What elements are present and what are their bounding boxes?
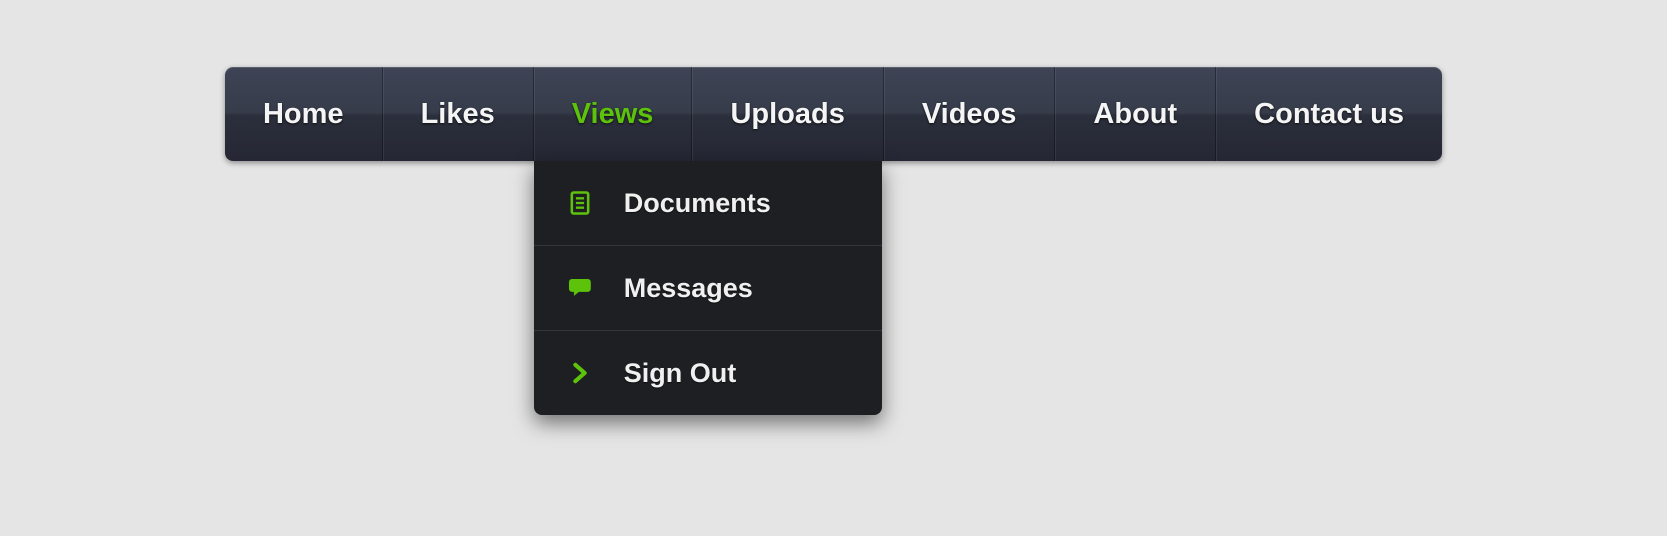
nav-label: Contact us [1254,98,1404,131]
dropdown-label: Messages [624,273,753,304]
nav-item-uploads[interactable]: Uploads [691,67,882,161]
dropdown-item-documents[interactable]: Documents [534,161,882,245]
nav-label: About [1093,98,1177,131]
document-icon [564,187,596,219]
dropdown-item-signout[interactable]: Sign Out [534,330,882,415]
views-dropdown: Documents Messages [534,161,882,415]
nav-item-videos[interactable]: Videos [883,67,1055,161]
nav-label: Home [263,98,344,131]
nav-label: Videos [922,98,1017,131]
dropdown-label: Sign Out [624,358,736,389]
nav-label: Likes [421,98,495,131]
nav-item-likes[interactable]: Likes [382,67,533,161]
chat-icon [564,272,596,304]
main-navbar: Home Likes Views Documents [225,67,1442,161]
nav-item-about[interactable]: About [1054,67,1215,161]
dropdown-label: Documents [624,188,771,219]
nav-item-home[interactable]: Home [225,67,382,161]
chevron-right-icon [564,357,596,389]
nav-label: Uploads [730,98,844,131]
nav-item-contact[interactable]: Contact us [1215,67,1442,161]
dropdown-item-messages[interactable]: Messages [534,245,882,330]
nav-item-views[interactable]: Views Documents [533,67,692,161]
nav-label: Views [572,98,654,131]
